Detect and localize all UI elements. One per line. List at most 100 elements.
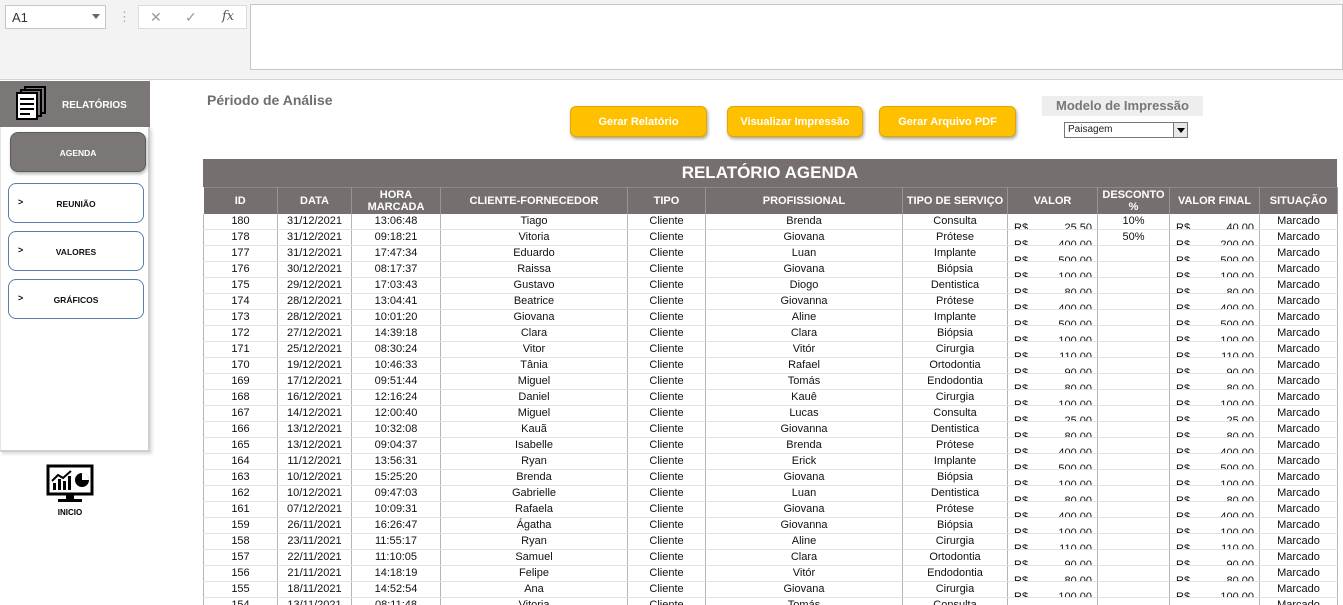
table-cell[interactable]: 08:30:24 — [351, 341, 441, 358]
sidebar-item-valores[interactable]: > VALORES — [8, 231, 144, 271]
table-cell[interactable]: Dentistica — [902, 485, 1008, 502]
table-row[interactable]: 154 13/11/2021 08:11:48 Vitoria Cliente Tomás… — [203, 597, 1338, 605]
table-cell[interactable]: 10% — [1097, 213, 1170, 230]
table-cell[interactable]: Cliente — [627, 341, 706, 358]
money-cell[interactable]: R$ 400,00 — [1007, 293, 1098, 310]
table-cell[interactable]: Marcado — [1259, 485, 1338, 502]
print-preview-button[interactable]: Visualizar Impressão — [727, 106, 863, 137]
table-cell[interactable]: Consulta — [902, 405, 1008, 422]
table-cell[interactable]: Vitoria — [440, 229, 628, 246]
table-cell[interactable]: Cliente — [627, 437, 706, 454]
table-cell[interactable]: Prótese — [902, 501, 1008, 518]
table-cell[interactable]: Cliente — [627, 469, 706, 486]
table-row[interactable]: 161 07/12/2021 10:09:31 Rafaela Cliente Giova… — [203, 501, 1338, 518]
table-cell[interactable]: Aline — [705, 309, 903, 326]
table-cell[interactable]: Tomás — [705, 597, 903, 605]
table-cell[interactable]: Marcado — [1259, 357, 1338, 374]
table-cell[interactable]: 155 — [203, 581, 278, 598]
table-cell[interactable]: Cliente — [627, 501, 706, 518]
money-cell[interactable]: R$ 400,00 — [1007, 437, 1098, 454]
table-cell[interactable]: 13/12/2021 — [277, 421, 352, 438]
table-cell[interactable]: Marcado — [1259, 517, 1338, 534]
money-cell[interactable]: R$ 500,00 — [1169, 453, 1260, 470]
table-cell[interactable]: 08:17:37 — [351, 261, 441, 278]
money-cell[interactable]: R$ 200,00 — [1169, 229, 1260, 246]
table-cell[interactable]: Vitór — [705, 341, 903, 358]
table-cell[interactable]: Marcado — [1259, 437, 1338, 454]
table-cell[interactable]: 12:00:40 — [351, 405, 441, 422]
money-cell[interactable]: R$ 100,00 — [1169, 469, 1260, 486]
table-cell[interactable]: Cliente — [627, 309, 706, 326]
home-button[interactable]: INICIO — [46, 464, 94, 524]
table-row[interactable]: 159 26/11/2021 16:26:47 Ágatha Cliente Giovan… — [203, 517, 1338, 534]
table-cell[interactable]: 11:10:05 — [351, 549, 441, 566]
table-cell[interactable]: 162 — [203, 485, 278, 502]
table-cell[interactable]: Clara — [705, 549, 903, 566]
table-cell[interactable]: 159 — [203, 517, 278, 534]
chevron-down-icon[interactable] — [92, 14, 100, 19]
table-cell[interactable]: Vitor — [440, 341, 628, 358]
table-cell[interactable]: Ana — [440, 581, 628, 598]
table-cell[interactable]: Ortodontia — [902, 549, 1008, 566]
table-cell[interactable]: Marcado — [1259, 277, 1338, 294]
table-cell[interactable]: Marcado — [1259, 533, 1338, 550]
table-row[interactable]: 168 16/12/2021 12:16:24 Daniel Cliente Kauê Ci… — [203, 389, 1338, 406]
table-row[interactable]: 162 10/12/2021 09:47:03 Gabrielle Cliente Lua… — [203, 485, 1338, 502]
table-cell[interactable] — [1097, 501, 1170, 518]
table-cell[interactable]: 13/12/2021 — [277, 437, 352, 454]
table-cell[interactable]: Brenda — [440, 469, 628, 486]
table-cell[interactable]: Biópsia — [902, 261, 1008, 278]
table-cell[interactable] — [1097, 549, 1170, 566]
money-cell[interactable]: R$ 100,00 — [1169, 581, 1260, 598]
table-cell[interactable] — [1097, 597, 1170, 605]
money-cell[interactable]: R$ 100,00 — [1169, 389, 1260, 406]
table-cell[interactable]: Giovanna — [705, 421, 903, 438]
table-cell[interactable]: Marcado — [1259, 581, 1338, 598]
table-row[interactable]: 169 17/12/2021 09:51:44 Miguel Cliente Tomás E… — [203, 373, 1338, 390]
table-cell[interactable]: 22/11/2021 — [277, 549, 352, 566]
table-cell[interactable]: 13:56:31 — [351, 453, 441, 470]
table-cell[interactable]: 10/12/2021 — [277, 469, 352, 486]
money-cell[interactable]: R$ 90,00 — [1169, 357, 1260, 374]
money-cell[interactable]: R$ 25,00 — [1169, 405, 1260, 422]
money-cell[interactable]: R$ 400,00 — [1007, 229, 1098, 246]
table-row[interactable]: 165 13/12/2021 09:04:37 Isabelle Cliente Bren… — [203, 437, 1338, 454]
money-cell[interactable]: R$ 100,00 — [1007, 469, 1098, 486]
money-cell[interactable]: R$ 80,00 — [1007, 565, 1098, 582]
money-cell[interactable]: R$ 110,00 — [1007, 341, 1098, 358]
table-cell[interactable]: Giovana — [705, 469, 903, 486]
table-cell[interactable]: Implante — [902, 245, 1008, 262]
generate-pdf-button[interactable]: Gerar Arquivo PDF — [879, 106, 1016, 137]
table-cell[interactable]: 11:55:17 — [351, 533, 441, 550]
table-cell[interactable]: Rafael — [705, 357, 903, 374]
table-cell[interactable]: 166 — [203, 421, 278, 438]
table-cell[interactable]: 173 — [203, 309, 278, 326]
table-cell[interactable]: 167 — [203, 405, 278, 422]
table-row[interactable]: 158 23/11/2021 11:55:17 Ryan Cliente Aline Cir… — [203, 533, 1338, 550]
table-cell[interactable]: 13/11/2021 — [277, 597, 352, 605]
table-cell[interactable]: 23/11/2021 — [277, 533, 352, 550]
money-cell[interactable]: R$ 110,00 — [1169, 341, 1260, 358]
table-cell[interactable]: Prótese — [902, 229, 1008, 246]
generate-report-button[interactable]: Gerar Relatório — [570, 106, 707, 137]
table-row[interactable]: 167 14/12/2021 12:00:40 Miguel Cliente Lucas C… — [203, 405, 1338, 422]
table-cell[interactable]: 09:51:44 — [351, 373, 441, 390]
table-cell[interactable] — [1097, 453, 1170, 470]
table-row[interactable]: 171 25/12/2021 08:30:24 Vitor Cliente Vitór Ci… — [203, 341, 1338, 358]
money-cell[interactable]: R$ 80,00 — [1169, 421, 1260, 438]
table-cell[interactable]: Clara — [705, 325, 903, 342]
table-cell[interactable]: Marcado — [1259, 373, 1338, 390]
table-cell[interactable]: 10/12/2021 — [277, 485, 352, 502]
table-cell[interactable]: Cirurgia — [902, 389, 1008, 406]
table-cell[interactable]: Ágatha — [440, 517, 628, 534]
table-cell[interactable]: Rafaela — [440, 501, 628, 518]
table-cell[interactable]: 172 — [203, 325, 278, 342]
table-cell[interactable]: Biópsia — [902, 469, 1008, 486]
table-cell[interactable]: Marcado — [1259, 309, 1338, 326]
table-cell[interactable]: 26/11/2021 — [277, 517, 352, 534]
table-cell[interactable]: Cliente — [627, 581, 706, 598]
table-cell[interactable]: Cliente — [627, 405, 706, 422]
table-cell[interactable]: Tomás — [705, 373, 903, 390]
table-cell[interactable]: Eduardo — [440, 245, 628, 262]
table-cell[interactable]: Marcado — [1259, 501, 1338, 518]
